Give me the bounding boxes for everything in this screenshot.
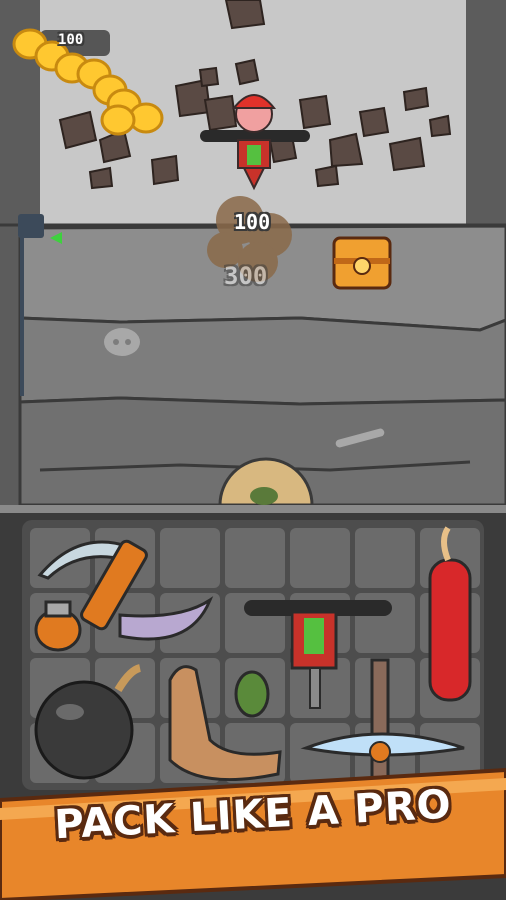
inventory-slot[interactable] — [225, 528, 285, 588]
small-grenade-icon[interactable] — [234, 670, 270, 718]
damage-popup-faded: 300 — [224, 262, 268, 290]
coin-count: 100 — [58, 32, 84, 48]
game-scene — [0, 0, 506, 900]
inventory-slot[interactable] — [160, 528, 220, 588]
skull-icon — [104, 328, 140, 356]
treasure-chest-icon[interactable] — [332, 236, 392, 290]
inventory-slot[interactable] — [355, 528, 415, 588]
game-screen: 100 300 100 PACK LIKE A PRO — [0, 0, 506, 900]
rock-layer-2 — [18, 316, 506, 406]
damage-popup: 100 — [234, 210, 271, 234]
inventory-slot[interactable] — [290, 528, 350, 588]
